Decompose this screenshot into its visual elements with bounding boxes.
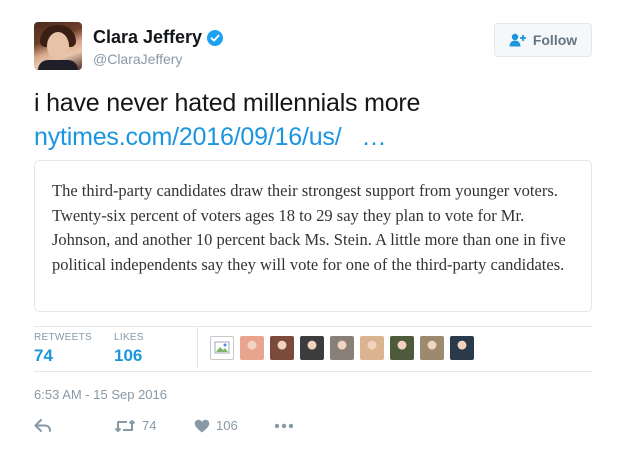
tweet-link[interactable]: nytimes.com/2016/09/16/us/ [34,123,342,151]
reply-icon [34,418,51,432]
reply-button[interactable] [34,418,114,433]
retweet-count: 74 [142,418,157,433]
avatar-face [47,32,69,60]
action-bar: 74 106 [34,418,294,433]
liker-avatar[interactable] [450,336,474,360]
tweet-body: i have never hated millennials more [34,89,421,117]
profile-avatar[interactable] [34,22,82,70]
more-button[interactable] [274,423,294,429]
likes-label: LIKES [114,332,144,343]
liker-avatar[interactable] [360,336,384,360]
likes-stat[interactable]: LIKES 106 [114,332,144,366]
user-name[interactable]: Clara Jeffery [93,27,202,48]
liker-avatar[interactable] [300,336,324,360]
avatar-shirt [38,60,78,70]
tweet-text: i have never hated millennials more nyti… [34,86,420,154]
like-count: 106 [216,418,238,433]
add-user-icon [509,33,526,47]
follow-button[interactable]: Follow [494,23,592,57]
stats-bottom-divider [34,371,592,372]
user-name-row[interactable]: Clara Jeffery [93,27,224,48]
likes-value: 106 [114,346,143,365]
liker-avatar[interactable] [240,336,264,360]
liker-avatar[interactable] [390,336,414,360]
tweet-timestamp[interactable]: 6:53 AM - 15 Sep 2016 [34,387,167,402]
liker-avatar[interactable] [270,336,294,360]
retweets-label: RETWEETS [34,332,92,343]
more-dots-icon [274,423,294,428]
liker-avatar[interactable] [330,336,354,360]
stats-top-divider [34,326,592,327]
liker-avatar[interactable] [420,336,444,360]
liker-avatars [210,336,474,360]
heart-icon [194,419,210,432]
retweets-stat[interactable]: RETWEETS 74 [34,332,92,366]
broken-image-icon[interactable] [210,336,234,360]
stats-separator [197,326,198,368]
retweets-value: 74 [34,346,53,365]
retweet-button[interactable]: 74 [114,418,194,433]
follow-button-label: Follow [532,32,578,48]
quote-text: The third-party candidates draw their st… [52,181,566,274]
quote-card[interactable]: The third-party candidates draw their st… [34,160,592,312]
retweet-icon [114,419,136,432]
tweet-link-row: nytimes.com/2016/09/16/us/ … [34,120,420,154]
user-handle[interactable]: @ClaraJeffery [93,51,182,67]
verified-badge-icon [207,29,224,46]
like-button[interactable]: 106 [194,418,274,433]
tweet-link-ellipsis[interactable]: … [361,123,386,151]
